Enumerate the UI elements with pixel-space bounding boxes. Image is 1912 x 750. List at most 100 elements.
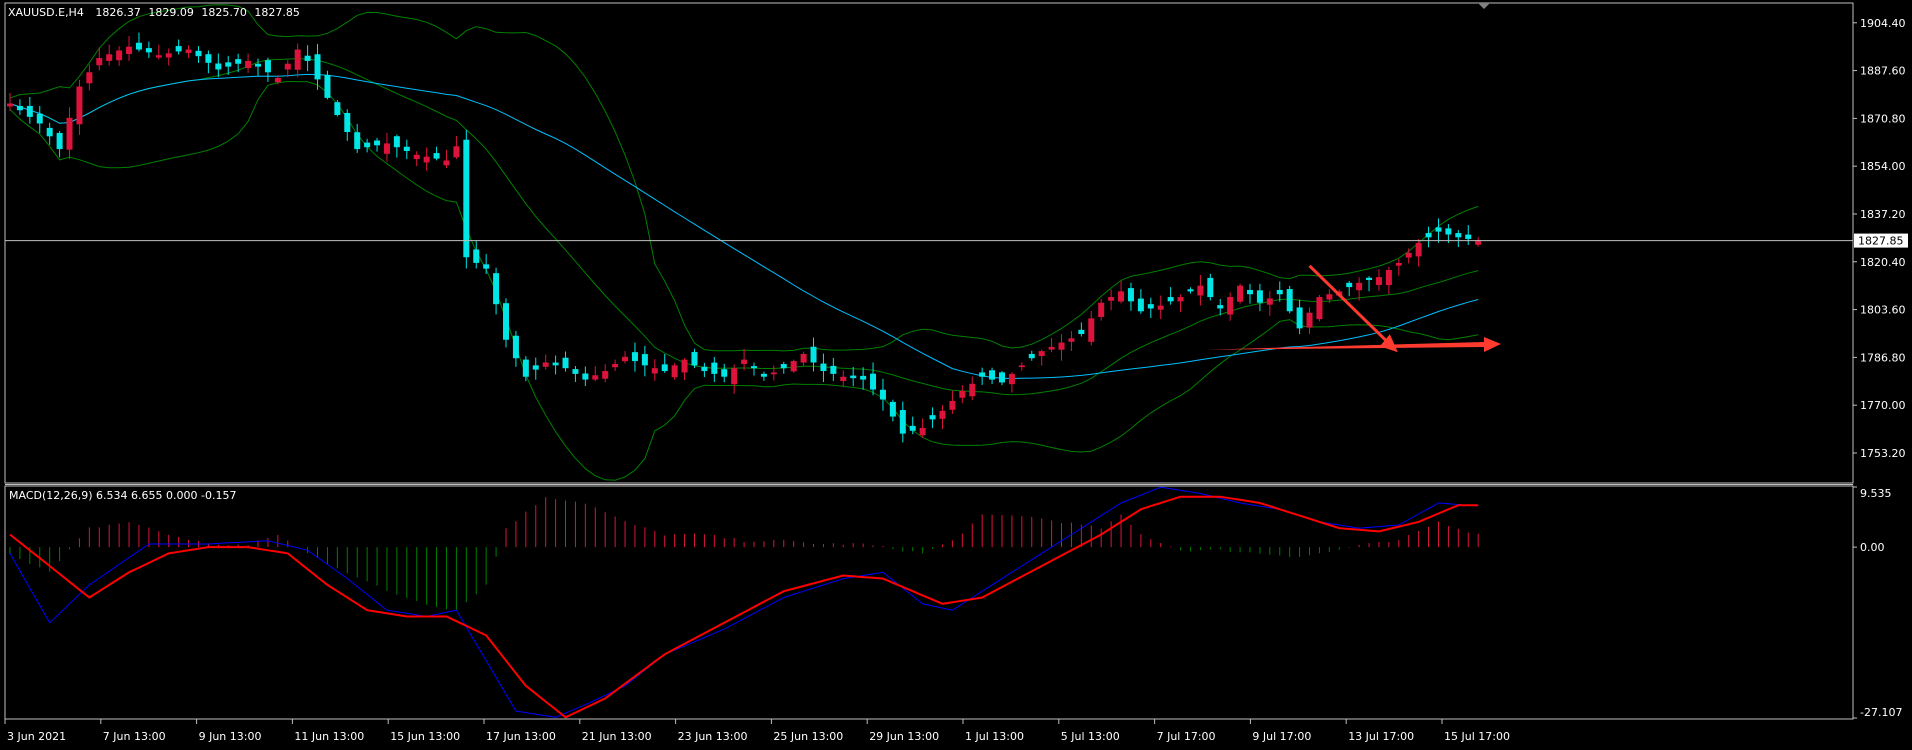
candle-body	[1227, 297, 1234, 315]
candle-body	[1326, 294, 1333, 300]
candle-body	[999, 372, 1005, 383]
time-tick-label: 7 Jul 17:00	[1157, 730, 1216, 743]
candle	[463, 129, 470, 269]
candle-body	[760, 373, 767, 377]
candle-body	[255, 63, 261, 67]
candle-body	[770, 372, 777, 375]
candle-body	[1445, 228, 1452, 235]
candle-body	[1405, 252, 1412, 258]
candle-body	[1207, 277, 1214, 298]
candle-body	[790, 361, 797, 372]
candle-body	[721, 369, 728, 377]
price-tick-label: 1904.40	[1860, 17, 1906, 30]
candle-body	[1375, 277, 1382, 286]
candle-body	[979, 372, 986, 377]
candle-body	[1395, 262, 1402, 266]
candle-body	[711, 362, 718, 374]
candle-body	[691, 352, 698, 366]
candle-body	[304, 55, 311, 61]
candle-body	[552, 362, 559, 366]
candle-body	[66, 117, 73, 150]
candle-body	[453, 146, 460, 158]
candle-body	[235, 59, 242, 64]
candle-body	[1127, 288, 1134, 302]
candle-body	[413, 154, 420, 160]
time-tick-label: 1 Jul 13:00	[965, 730, 1024, 743]
candle-body	[830, 365, 837, 374]
candle-body	[1296, 307, 1303, 329]
candle-body	[264, 60, 271, 73]
candle-body	[939, 410, 946, 419]
candle-body	[701, 366, 708, 372]
candle-body	[344, 112, 351, 133]
candle-body	[145, 48, 152, 53]
macd-tick-label: -27.107	[1860, 706, 1902, 719]
candle-body	[850, 375, 857, 379]
candle-body	[1157, 305, 1164, 310]
candle-body	[1058, 342, 1065, 350]
candle	[1316, 294, 1323, 322]
candle-body	[1316, 297, 1323, 320]
candle-body	[582, 373, 589, 380]
current-price-value: 1827.85	[1858, 235, 1904, 248]
candle-body	[16, 105, 23, 111]
candle-body	[354, 132, 361, 150]
candle-body	[245, 60, 252, 68]
candle-body	[483, 264, 490, 269]
candle-body	[751, 366, 757, 369]
candle-body	[36, 113, 43, 124]
trading-terminal[interactable]: 1904.40 1887.60 1870.80 1854.00 1837.20 1820.…	[0, 0, 1912, 750]
candle-body	[870, 373, 877, 390]
candle-body	[512, 335, 519, 359]
candle-body	[324, 74, 331, 98]
candle-body	[364, 142, 371, 148]
candle-body	[215, 63, 222, 70]
candle-body	[1415, 243, 1422, 257]
candle-body	[1018, 365, 1025, 368]
candle-body	[1038, 351, 1045, 357]
candle	[1237, 283, 1244, 304]
candle-body	[1167, 297, 1174, 302]
candle-body	[46, 127, 53, 137]
candle-body	[116, 50, 123, 61]
price-tick-label: 1837.20	[1860, 208, 1906, 221]
candle-body	[1147, 304, 1154, 309]
candle-body	[889, 401, 896, 417]
candle-body	[7, 103, 13, 107]
candle-body	[572, 369, 579, 374]
candle-body	[1187, 289, 1194, 292]
candle-body	[1137, 298, 1144, 312]
candle-body	[592, 375, 599, 380]
macd-tick-label: 9.535	[1860, 487, 1892, 500]
candle-body	[135, 42, 142, 50]
time-tick-label: 21 Jun 13:00	[582, 730, 652, 743]
candle-body	[562, 357, 569, 369]
candle	[334, 100, 341, 117]
candle	[1286, 285, 1293, 314]
candle-body	[820, 363, 827, 372]
candle-body	[175, 46, 182, 52]
candle-body	[126, 46, 133, 54]
candle-body	[1425, 233, 1432, 238]
candle-body	[1068, 338, 1075, 342]
candle-body	[473, 249, 480, 263]
ohlc-high: 1829.09	[148, 6, 194, 19]
candle-body	[493, 273, 500, 305]
time-tick-label: 23 Jun 13:00	[678, 730, 748, 743]
candle-body	[1256, 290, 1263, 303]
candle-body	[274, 77, 281, 83]
candle-body	[1177, 297, 1184, 302]
candle-body	[284, 63, 291, 70]
candle-body	[641, 354, 648, 366]
candle-body	[949, 400, 956, 410]
candle-body	[919, 427, 926, 436]
candle-body	[165, 53, 172, 58]
candle-body	[969, 383, 976, 397]
candle-body	[393, 136, 400, 148]
candle-body	[1108, 297, 1115, 301]
terminal-background	[0, 0, 1912, 750]
candle-body	[1385, 270, 1392, 286]
time-tick-label: 17 Jun 13:00	[486, 730, 556, 743]
candle-body	[195, 50, 202, 57]
candle-body	[631, 352, 638, 362]
